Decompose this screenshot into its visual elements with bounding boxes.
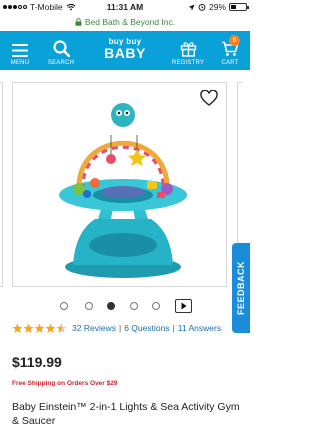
star-icon <box>34 323 45 333</box>
carousel-dot-1[interactable] <box>60 302 68 310</box>
star-icon <box>12 323 23 333</box>
shipping-promo: Free Shipping on Orders Over $29 <box>12 380 118 387</box>
rating-summary: 32 Reviews | 6 Questions | 11 Answers <box>12 322 242 334</box>
url-domain: Bed Bath & Beyond Inc. <box>84 17 176 27</box>
star-icon <box>23 323 34 333</box>
carousel-dot-4[interactable] <box>130 302 138 310</box>
menu-label: MENU <box>10 60 30 66</box>
registry-label: REGISTRY <box>171 60 205 66</box>
gift-icon <box>180 42 196 57</box>
search-label: SEARCH <box>47 60 75 66</box>
questions-link[interactable]: 6 Questions <box>124 323 169 333</box>
battery-percent: 29% <box>208 2 226 12</box>
cart-label: CART <box>221 60 239 66</box>
next-arrow-icon <box>181 302 186 310</box>
carousel-dot-5[interactable] <box>152 302 160 310</box>
product-image-card[interactable] <box>12 82 227 287</box>
status-bar: T-Mobile 11:31 AM 29% <box>0 0 250 14</box>
hamburger-icon <box>12 44 28 57</box>
reviews-count[interactable]: 32 <box>72 323 81 333</box>
search-icon <box>52 40 70 57</box>
previous-image-peek[interactable] <box>0 82 3 287</box>
product-gallery[interactable] <box>0 70 250 292</box>
alarm-icon <box>198 3 206 11</box>
product-title: Baby Einstein™ 2-in-1 Lights & Sea Activ… <box>12 401 240 427</box>
star-icon <box>45 323 56 333</box>
star-rating[interactable] <box>12 323 67 334</box>
carousel-next-button[interactable] <box>175 299 192 313</box>
cart-count-badge: 0 <box>229 35 240 46</box>
image-carousel-indicators <box>0 299 250 313</box>
battery-icon <box>229 3 249 11</box>
carousel-dot-3[interactable] <box>107 302 115 310</box>
product-price: $119.99 <box>12 354 62 370</box>
location-icon <box>188 4 195 10</box>
cart-button[interactable]: CART 0 <box>214 31 246 70</box>
lock-icon <box>75 18 82 26</box>
status-right: 29% <box>188 2 249 12</box>
url-bar[interactable]: Bed Bath & Beyond Inc. <box>0 14 250 30</box>
logo-line-2: BABY <box>104 45 146 61</box>
search-button[interactable]: SEARCH <box>44 31 78 70</box>
menu-button[interactable]: MENU <box>4 31 36 70</box>
heart-icon[interactable] <box>200 90 218 106</box>
registry-button[interactable]: REGISTRY <box>168 31 208 70</box>
half-star-icon <box>56 323 67 333</box>
answers-link[interactable]: 11 Answers <box>178 323 221 333</box>
store-logo[interactable]: buy buy BABY <box>95 38 155 61</box>
app-header: MENU SEARCH buy buy BABY REGISTRY CART 0 <box>0 31 250 70</box>
carousel-dot-2[interactable] <box>85 302 93 310</box>
reviews-link[interactable]: Reviews <box>84 323 116 333</box>
product-image[interactable] <box>43 97 203 282</box>
feedback-tab[interactable]: FEEDBACK <box>232 243 250 333</box>
